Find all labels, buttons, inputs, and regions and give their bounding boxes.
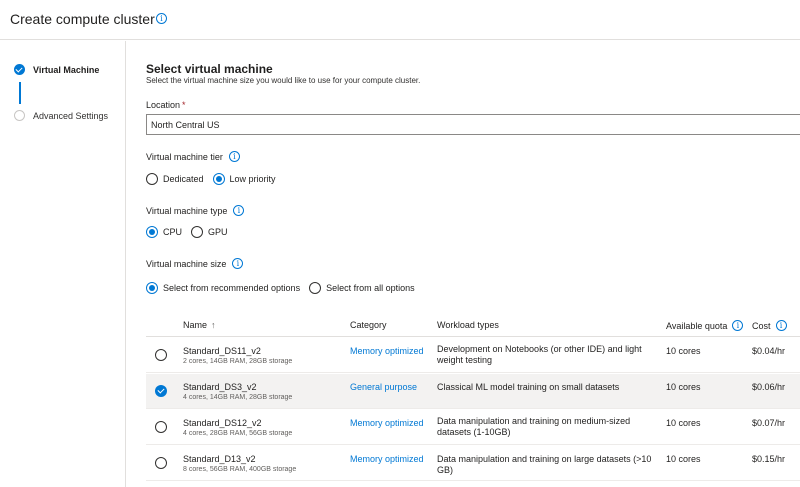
vm-name-cell: Standard_DS12_v2 4 cores, 28GB RAM, 56GB…	[183, 418, 292, 437]
column-header-cost[interactable]: Cost i	[752, 320, 787, 331]
cost-cell: $0.07/hr	[752, 418, 786, 428]
step-pending-icon	[14, 110, 25, 121]
location-field[interactable]: North Central US	[146, 114, 800, 135]
sort-ascending-icon: ↑	[211, 320, 216, 330]
table-row[interactable]: Standard_DS11_v2 2 cores, 14GB RAM, 28GB…	[146, 338, 800, 373]
row-radio-button[interactable]	[155, 457, 167, 469]
vm-name: Standard_DS12_v2	[183, 418, 262, 428]
step-virtual-machine[interactable]: Virtual Machine	[14, 64, 99, 75]
vm-type-radio-group: CPU GPU	[146, 226, 237, 238]
radio-recommended-options[interactable]: Select from recommended options	[146, 282, 300, 294]
info-icon[interactable]: i	[775, 320, 787, 331]
info-icon[interactable]: i	[732, 320, 744, 331]
step-complete-check-icon	[14, 64, 25, 75]
table-row[interactable]: Standard_DS12_v2 4 cores, 28GB RAM, 56GB…	[146, 410, 800, 445]
column-label: Workload types	[437, 320, 499, 330]
workload-cell: Data manipulation and training on large …	[437, 454, 652, 475]
vm-size-label: Virtual machine size i	[146, 258, 244, 269]
info-icon[interactable]: i	[156, 13, 167, 24]
category-cell[interactable]: Memory optimized	[350, 346, 424, 356]
step-advanced-settings[interactable]: Advanced Settings	[14, 110, 108, 121]
cost-cell: $0.15/hr	[752, 454, 786, 464]
vm-name-cell: Standard_DS11_v2 2 cores, 14GB RAM, 28GB…	[183, 346, 292, 365]
table-row-selected[interactable]: Standard_DS3_v2 4 cores, 14GB RAM, 28GB …	[146, 374, 800, 409]
radio-button[interactable]	[146, 173, 158, 185]
vm-tier-label: Virtual machine tier i	[146, 151, 240, 162]
row-selected-check-icon[interactable]	[155, 385, 167, 397]
column-header-workload[interactable]: Workload types	[437, 320, 499, 330]
vm-type-label-text: Virtual machine type	[146, 205, 228, 216]
workload-cell: Development on Notebooks (or other IDE) …	[437, 344, 642, 365]
vm-name: Standard_DS3_v2	[183, 382, 257, 392]
radio-label: Low priority	[229, 174, 276, 184]
vm-type-label: Virtual machine type i	[146, 205, 245, 216]
section-description: Select the virtual machine size you woul…	[146, 76, 421, 85]
quota-cell: 10 cores	[666, 346, 701, 356]
category-cell[interactable]: Memory optimized	[350, 418, 424, 428]
section-title: Select virtual machine	[146, 62, 273, 76]
column-header-quota[interactable]: Available quota i	[666, 320, 744, 331]
info-icon[interactable]: i	[228, 151, 240, 162]
info-icon[interactable]: i	[233, 205, 245, 216]
category-cell[interactable]: Memory optimized	[350, 454, 424, 464]
radio-label: Dedicated	[163, 174, 204, 184]
column-label: Category	[350, 320, 387, 330]
page-title: Create compute cluster	[10, 11, 155, 27]
vm-name-cell: Standard_D13_v2 8 cores, 56GB RAM, 400GB…	[183, 454, 296, 473]
vm-size-label-text: Virtual machine size	[146, 258, 227, 269]
table-header: Name ↑ Category Workload types Available…	[146, 311, 800, 337]
radio-label: Select from recommended options	[163, 283, 301, 293]
vm-spec: 4 cores, 28GB RAM, 56GB storage	[183, 430, 293, 437]
radio-gpu[interactable]: GPU	[191, 226, 228, 238]
radio-label: GPU	[208, 227, 228, 237]
location-label-text: Location	[146, 100, 181, 110]
step-label: Advanced Settings	[33, 110, 109, 121]
vm-tier-radio-group: Dedicated Low priority	[146, 173, 285, 185]
vm-tier-label-text: Virtual machine tier	[146, 151, 223, 162]
radio-button-selected[interactable]	[212, 173, 225, 185]
radio-dedicated[interactable]: Dedicated	[146, 173, 204, 185]
table-row[interactable]: Standard_D13_v2 8 cores, 56GB RAM, 400GB…	[146, 446, 800, 481]
radio-button[interactable]	[191, 226, 204, 238]
vm-spec: 4 cores, 14GB RAM, 28GB storage	[183, 394, 293, 401]
info-icon[interactable]: i	[232, 258, 244, 269]
vm-spec: 2 cores, 14GB RAM, 28GB storage	[183, 358, 293, 365]
radio-cpu[interactable]: CPU	[146, 226, 182, 238]
cost-cell: $0.06/hr	[752, 382, 786, 392]
main-panel: Select virtual machine Select the virtua…	[146, 41, 800, 487]
column-label: Name	[183, 320, 208, 330]
quota-cell: 10 cores	[666, 454, 701, 464]
vm-spec: 8 cores, 56GB RAM, 400GB storage	[183, 466, 297, 473]
required-marker: *	[182, 100, 186, 110]
radio-button-selected[interactable]	[146, 226, 158, 238]
wizard-steps: Virtual Machine Advanced Settings	[0, 41, 126, 487]
step-label: Virtual Machine	[33, 64, 100, 75]
vm-name: Standard_DS11_v2	[183, 346, 261, 356]
vm-name: Standard_D13_v2	[183, 454, 256, 464]
column-header-name[interactable]: Name ↑	[183, 320, 216, 330]
column-label: Cost	[752, 320, 771, 331]
radio-all-options[interactable]: Select from all options	[309, 282, 415, 294]
column-header-category[interactable]: Category	[350, 320, 387, 330]
radio-button[interactable]	[309, 282, 322, 294]
vm-size-radio-group: Select from recommended options Select f…	[146, 282, 424, 294]
vm-name-cell: Standard_DS3_v2 4 cores, 14GB RAM, 28GB …	[183, 382, 292, 401]
column-label: Available quota	[666, 320, 728, 331]
quota-cell: 10 cores	[666, 418, 701, 428]
cost-cell: $0.04/hr	[752, 346, 786, 356]
row-radio-button[interactable]	[155, 421, 167, 433]
page-header: Create compute cluster i	[0, 0, 800, 40]
quota-cell: 10 cores	[666, 382, 701, 392]
category-cell[interactable]: General purpose	[350, 382, 417, 392]
radio-label: Select from all options	[326, 283, 415, 293]
workload-cell: Data manipulation and training on medium…	[437, 416, 631, 437]
radio-button-selected[interactable]	[146, 282, 158, 294]
radio-low-priority[interactable]: Low priority	[212, 173, 276, 185]
radio-label: CPU	[163, 227, 183, 237]
location-label: Location *	[146, 100, 186, 110]
workload-cell: Classical ML model training on small dat…	[437, 382, 620, 392]
step-connector	[19, 82, 21, 104]
row-radio-button[interactable]	[155, 349, 167, 361]
